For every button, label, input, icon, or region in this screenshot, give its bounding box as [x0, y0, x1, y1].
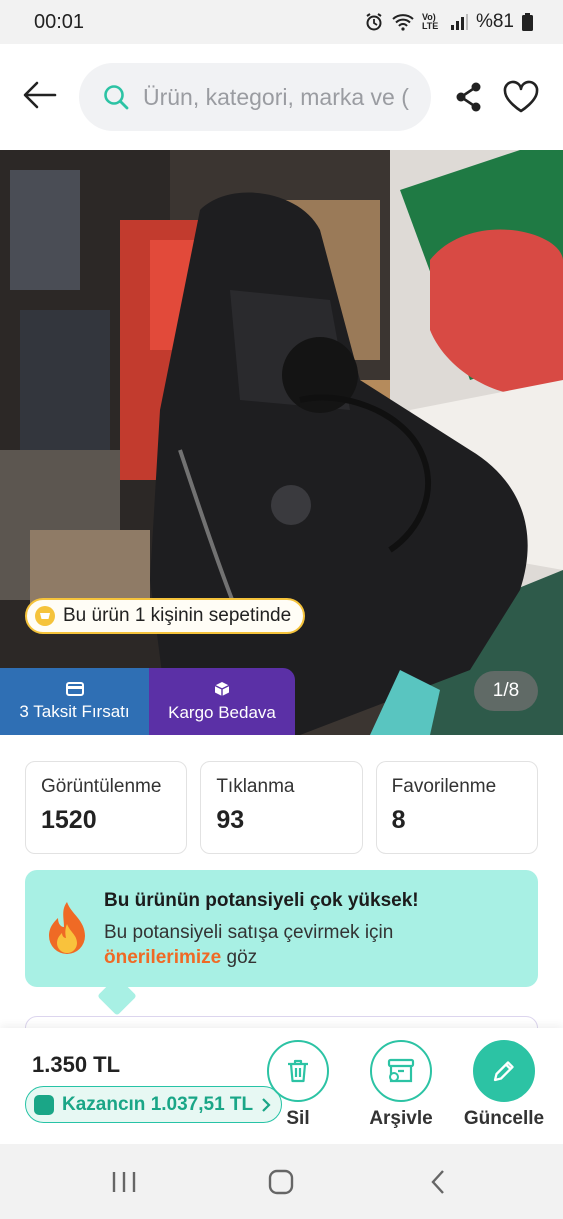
- product-price: 1.350 TL: [32, 1052, 121, 1077]
- product-photo: [0, 150, 563, 735]
- status-icons: Vo) LTE %81: [364, 11, 533, 33]
- basket-text: Bu ürün 1 kişinin sepetinde: [63, 605, 292, 626]
- share-icon: [456, 82, 481, 112]
- stat-value: 8: [391, 806, 406, 834]
- product-image-gallery[interactable]: Bu ürün 1 kişinin sepetinde 1/8 3 Taksit…: [0, 150, 563, 735]
- banner-tail: [97, 976, 137, 1016]
- potential-text: Bu potansiyeli satışa çevirmek için: [104, 922, 394, 943]
- arrow-left-icon: [23, 81, 57, 109]
- battery-percent: %81: [475, 11, 514, 32]
- free-shipping-badge: Kargo Bedava: [149, 668, 295, 735]
- delete-button[interactable]: Sil: [248, 1040, 348, 1130]
- installment-badge: 3 Taksit Fırsatı: [0, 668, 149, 735]
- search-placeholder: Ürün, kategori, marka ve (: [143, 83, 409, 110]
- system-back-button[interactable]: [430, 1169, 446, 1200]
- earnings-text: Kazancın 1.037,51 TL: [62, 1093, 254, 1115]
- image-counter: 1/8: [474, 671, 538, 711]
- trash-icon: [288, 1059, 308, 1083]
- wifi-icon: [392, 14, 414, 31]
- potential-banner[interactable]: Bu ürünün potansiyeli çok yüksek! Bu pot…: [25, 870, 538, 1016]
- update-button[interactable]: Güncelle: [454, 1040, 554, 1130]
- free-shipping-label: Kargo Bedava: [168, 702, 276, 722]
- stat-clicks: Tıklanma 93: [200, 761, 363, 854]
- alarm-icon: [366, 13, 382, 31]
- network-label: Vo) LTE: [421, 12, 439, 31]
- installment-label: 3 Taksit Fırsatı: [19, 701, 130, 721]
- bottom-action-bar: 1.350 TL Kazancın 1.037,51 TL Sil Arşivl…: [0, 1028, 563, 1144]
- status-time: 00:01: [34, 10, 85, 33]
- stat-value: 1520: [41, 806, 97, 834]
- top-bar: Ürün, kategori, marka ve (: [0, 44, 563, 150]
- stats-row: Görüntülenme 1520 Tıklanma 93 Favorilenm…: [25, 761, 538, 854]
- delete-circle: [267, 1040, 329, 1102]
- home-icon: [268, 1169, 294, 1195]
- signal-icon: [450, 14, 468, 30]
- earnings-pill[interactable]: Kazancın 1.037,51 TL: [25, 1086, 283, 1123]
- status-bar: 00:01 Vo) LTE %81: [0, 0, 563, 44]
- stat-label: Favorilenme: [391, 776, 497, 797]
- stat-label: Tıklanma: [216, 776, 295, 797]
- potential-title: Bu ürünün potansiyeli çok yüksek!: [104, 890, 419, 911]
- potential-text-end: göz: [226, 947, 258, 968]
- stat-value: 93: [216, 806, 245, 834]
- favorite-button[interactable]: [502, 80, 540, 114]
- home-button[interactable]: [268, 1169, 294, 1200]
- basket-info-pill: Bu ürün 1 kişinin sepetinde: [25, 598, 306, 634]
- chevron-left-icon: [431, 1170, 444, 1194]
- recent-apps-button[interactable]: [111, 1170, 137, 1199]
- archive-label: Arşivle: [369, 1108, 433, 1129]
- potential-description: Bu potansiyeli satışa çevirmek için öner…: [104, 920, 434, 970]
- stat-label: Görüntülenme: [41, 776, 162, 797]
- fire-icon: [49, 902, 85, 954]
- update-circle: [473, 1040, 535, 1102]
- suggestions-link[interactable]: önerilerimize: [104, 947, 221, 968]
- stat-favorites: Favorilenme 8: [375, 761, 538, 854]
- back-button[interactable]: [22, 80, 58, 110]
- system-nav-bar: [0, 1144, 563, 1219]
- update-label: Güncelle: [463, 1108, 545, 1129]
- archive-circle: [370, 1040, 432, 1102]
- search-icon: [104, 85, 129, 110]
- heart-icon: [503, 80, 539, 113]
- share-button[interactable]: [455, 82, 483, 112]
- basket-icon: [35, 606, 55, 626]
- archive-button[interactable]: Arşivle: [351, 1040, 451, 1130]
- battery-icon: [522, 13, 533, 31]
- pencil-icon: [493, 1061, 514, 1082]
- wallet-icon: [34, 1094, 54, 1115]
- stat-views: Görüntülenme 1520: [25, 761, 188, 854]
- box-icon: [214, 681, 230, 696]
- delete-label: Sil: [286, 1108, 310, 1129]
- product-detail-screen: 00:01 Vo) LTE %81 Ürün, kategori, marka …: [0, 0, 563, 1219]
- search-bar[interactable]: Ürün, kategori, marka ve (: [79, 63, 431, 131]
- card-icon: [65, 681, 84, 696]
- archive-icon: [387, 1058, 415, 1083]
- recent-apps-icon: [112, 1172, 136, 1192]
